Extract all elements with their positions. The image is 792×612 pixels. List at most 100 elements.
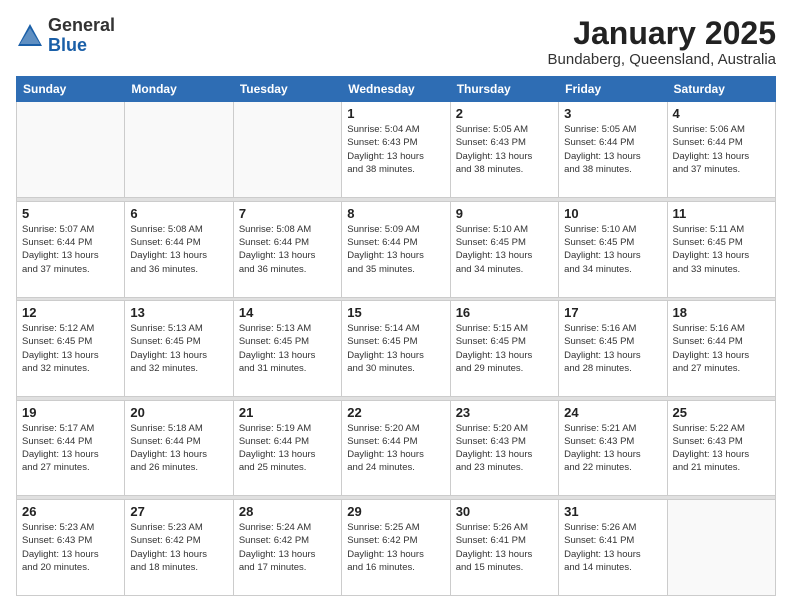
day-number: 9 [456, 206, 553, 221]
day-info: Sunrise: 5:22 AMSunset: 6:43 PMDaylight:… [673, 422, 770, 475]
day-info: Sunrise: 5:25 AMSunset: 6:42 PMDaylight:… [347, 521, 444, 574]
logo-text: General Blue [48, 16, 115, 56]
day-info: Sunrise: 5:24 AMSunset: 6:42 PMDaylight:… [239, 521, 336, 574]
day-number: 8 [347, 206, 444, 221]
calendar-cell: 4 Sunrise: 5:06 AMSunset: 6:44 PMDaylight… [667, 102, 775, 198]
logo: General Blue [16, 16, 115, 56]
day-number: 2 [456, 106, 553, 121]
day-number: 4 [673, 106, 770, 121]
calendar-cell: 8 Sunrise: 5:09 AMSunset: 6:44 PMDaylight… [342, 201, 450, 297]
day-info: Sunrise: 5:20 AMSunset: 6:44 PMDaylight:… [347, 422, 444, 475]
day-number: 25 [673, 405, 770, 420]
day-number: 23 [456, 405, 553, 420]
day-number: 17 [564, 305, 661, 320]
calendar-cell: 14Sunrise: 5:13 AMSunset: 6:45 PMDayligh… [233, 301, 341, 397]
day-number: 7 [239, 206, 336, 221]
day-number: 22 [347, 405, 444, 420]
day-info: Sunrise: 5:05 AMSunset: 6:44 PMDaylight:… [564, 123, 661, 176]
calendar-cell: 9 Sunrise: 5:10 AMSunset: 6:45 PMDaylight… [450, 201, 558, 297]
calendar-cell: 7 Sunrise: 5:08 AMSunset: 6:44 PMDaylight… [233, 201, 341, 297]
day-info: Sunrise: 5:12 AMSunset: 6:45 PMDaylight:… [22, 322, 119, 375]
weekday-header: Tuesday [233, 77, 341, 102]
day-info: Sunrise: 5:19 AMSunset: 6:44 PMDaylight:… [239, 422, 336, 475]
calendar-cell: 23 Sunrise: 5:20 AMSunset: 6:43 PMDayligh… [450, 400, 558, 496]
calendar-cell: 1Sunrise: 5:04 AMSunset: 6:43 PMDaylight… [342, 102, 450, 198]
calendar-cell: 18 Sunrise: 5:16 AMSunset: 6:44 PMDayligh… [667, 301, 775, 397]
calendar-cell: 28 Sunrise: 5:24 AMSunset: 6:42 PMDayligh… [233, 500, 341, 596]
day-info: Sunrise: 5:18 AMSunset: 6:44 PMDaylight:… [130, 422, 227, 475]
calendar-cell: 22 Sunrise: 5:20 AMSunset: 6:44 PMDayligh… [342, 400, 450, 496]
calendar-cell: 5 Sunrise: 5:07 AMSunset: 6:44 PMDaylight… [17, 201, 125, 297]
calendar-cell: 21 Sunrise: 5:19 AMSunset: 6:44 PMDayligh… [233, 400, 341, 496]
day-info: Sunrise: 5:26 AMSunset: 6:41 PMDaylight:… [456, 521, 553, 574]
calendar-cell: 26 Sunrise: 5:23 AMSunset: 6:43 PMDayligh… [17, 500, 125, 596]
day-number: 14 [239, 305, 336, 320]
day-number: 5 [22, 206, 119, 221]
calendar-cell: 30 Sunrise: 5:26 AMSunset: 6:41 PMDayligh… [450, 500, 558, 596]
day-number: 20 [130, 405, 227, 420]
day-info: Sunrise: 5:16 AMSunset: 6:45 PMDaylight:… [564, 322, 661, 375]
day-number: 12 [22, 305, 119, 320]
day-number: 11 [673, 206, 770, 221]
day-number: 21 [239, 405, 336, 420]
day-number: 16 [456, 305, 553, 320]
calendar-cell: 13Sunrise: 5:13 AMSunset: 6:45 PMDayligh… [125, 301, 233, 397]
day-info: Sunrise: 5:11 AMSunset: 6:45 PMDaylight:… [673, 223, 770, 276]
calendar-cell: 24 Sunrise: 5:21 AMSunset: 6:43 PMDayligh… [559, 400, 667, 496]
calendar-cell: 2 Sunrise: 5:05 AMSunset: 6:43 PMDaylight… [450, 102, 558, 198]
location: Bundaberg, Queensland, Australia [548, 51, 777, 68]
calendar-cell: 11 Sunrise: 5:11 AMSunset: 6:45 PMDayligh… [667, 201, 775, 297]
day-number: 18 [673, 305, 770, 320]
day-number: 13 [130, 305, 227, 320]
day-info: Sunrise: 5:08 AMSunset: 6:44 PMDaylight:… [239, 223, 336, 276]
weekday-header: Saturday [667, 77, 775, 102]
day-info: Sunrise: 5:14 AMSunset: 6:45 PMDaylight:… [347, 322, 444, 375]
day-info: Sunrise: 5:06 AMSunset: 6:44 PMDaylight:… [673, 123, 770, 176]
day-number: 27 [130, 504, 227, 519]
calendar-cell: 29 Sunrise: 5:25 AMSunset: 6:42 PMDayligh… [342, 500, 450, 596]
day-info: Sunrise: 5:20 AMSunset: 6:43 PMDaylight:… [456, 422, 553, 475]
day-info: Sunrise: 5:09 AMSunset: 6:44 PMDaylight:… [347, 223, 444, 276]
day-info: Sunrise: 5:16 AMSunset: 6:44 PMDaylight:… [673, 322, 770, 375]
day-info: Sunrise: 5:23 AMSunset: 6:42 PMDaylight:… [130, 521, 227, 574]
day-number: 30 [456, 504, 553, 519]
day-info: Sunrise: 5:10 AMSunset: 6:45 PMDaylight:… [456, 223, 553, 276]
day-number: 31 [564, 504, 661, 519]
day-number: 19 [22, 405, 119, 420]
calendar-cell: 27 Sunrise: 5:23 AMSunset: 6:42 PMDayligh… [125, 500, 233, 596]
weekday-header: Sunday [17, 77, 125, 102]
weekday-header: Monday [125, 77, 233, 102]
day-number: 6 [130, 206, 227, 221]
day-info: Sunrise: 5:21 AMSunset: 6:43 PMDaylight:… [564, 422, 661, 475]
title-area: January 2025 Bundaberg, Queensland, Aust… [548, 16, 777, 68]
calendar-cell: 20 Sunrise: 5:18 AMSunset: 6:44 PMDayligh… [125, 400, 233, 496]
day-number: 28 [239, 504, 336, 519]
month-title: January 2025 [548, 16, 777, 51]
day-info: Sunrise: 5:26 AMSunset: 6:41 PMDaylight:… [564, 521, 661, 574]
day-number: 26 [22, 504, 119, 519]
logo-general: General [48, 16, 115, 36]
day-info: Sunrise: 5:23 AMSunset: 6:43 PMDaylight:… [22, 521, 119, 574]
calendar-cell: 12 Sunrise: 5:12 AMSunset: 6:45 PMDayligh… [17, 301, 125, 397]
calendar-cell [233, 102, 341, 198]
header: General Blue January 2025 Bundaberg, Que… [16, 16, 776, 68]
day-info: Sunrise: 5:15 AMSunset: 6:45 PMDaylight:… [456, 322, 553, 375]
day-number: 24 [564, 405, 661, 420]
calendar-cell: 17 Sunrise: 5:16 AMSunset: 6:45 PMDayligh… [559, 301, 667, 397]
day-info: Sunrise: 5:08 AMSunset: 6:44 PMDaylight:… [130, 223, 227, 276]
calendar-cell: 25 Sunrise: 5:22 AMSunset: 6:43 PMDayligh… [667, 400, 775, 496]
day-info: Sunrise: 5:17 AMSunset: 6:44 PMDaylight:… [22, 422, 119, 475]
calendar-cell: 15Sunrise: 5:14 AMSunset: 6:45 PMDayligh… [342, 301, 450, 397]
weekday-header: Friday [559, 77, 667, 102]
calendar: SundayMondayTuesdayWednesdayThursdayFrid… [16, 76, 776, 596]
calendar-cell: 3Sunrise: 5:05 AMSunset: 6:44 PMDaylight… [559, 102, 667, 198]
page: General Blue January 2025 Bundaberg, Que… [0, 0, 792, 612]
day-info: Sunrise: 5:07 AMSunset: 6:44 PMDaylight:… [22, 223, 119, 276]
calendar-cell: 16 Sunrise: 5:15 AMSunset: 6:45 PMDayligh… [450, 301, 558, 397]
day-number: 29 [347, 504, 444, 519]
calendar-cell: 10Sunrise: 5:10 AMSunset: 6:45 PMDayligh… [559, 201, 667, 297]
day-info: Sunrise: 5:05 AMSunset: 6:43 PMDaylight:… [456, 123, 553, 176]
calendar-cell: 6 Sunrise: 5:08 AMSunset: 6:44 PMDaylight… [125, 201, 233, 297]
day-info: Sunrise: 5:10 AMSunset: 6:45 PMDaylight:… [564, 223, 661, 276]
logo-icon [16, 22, 44, 50]
